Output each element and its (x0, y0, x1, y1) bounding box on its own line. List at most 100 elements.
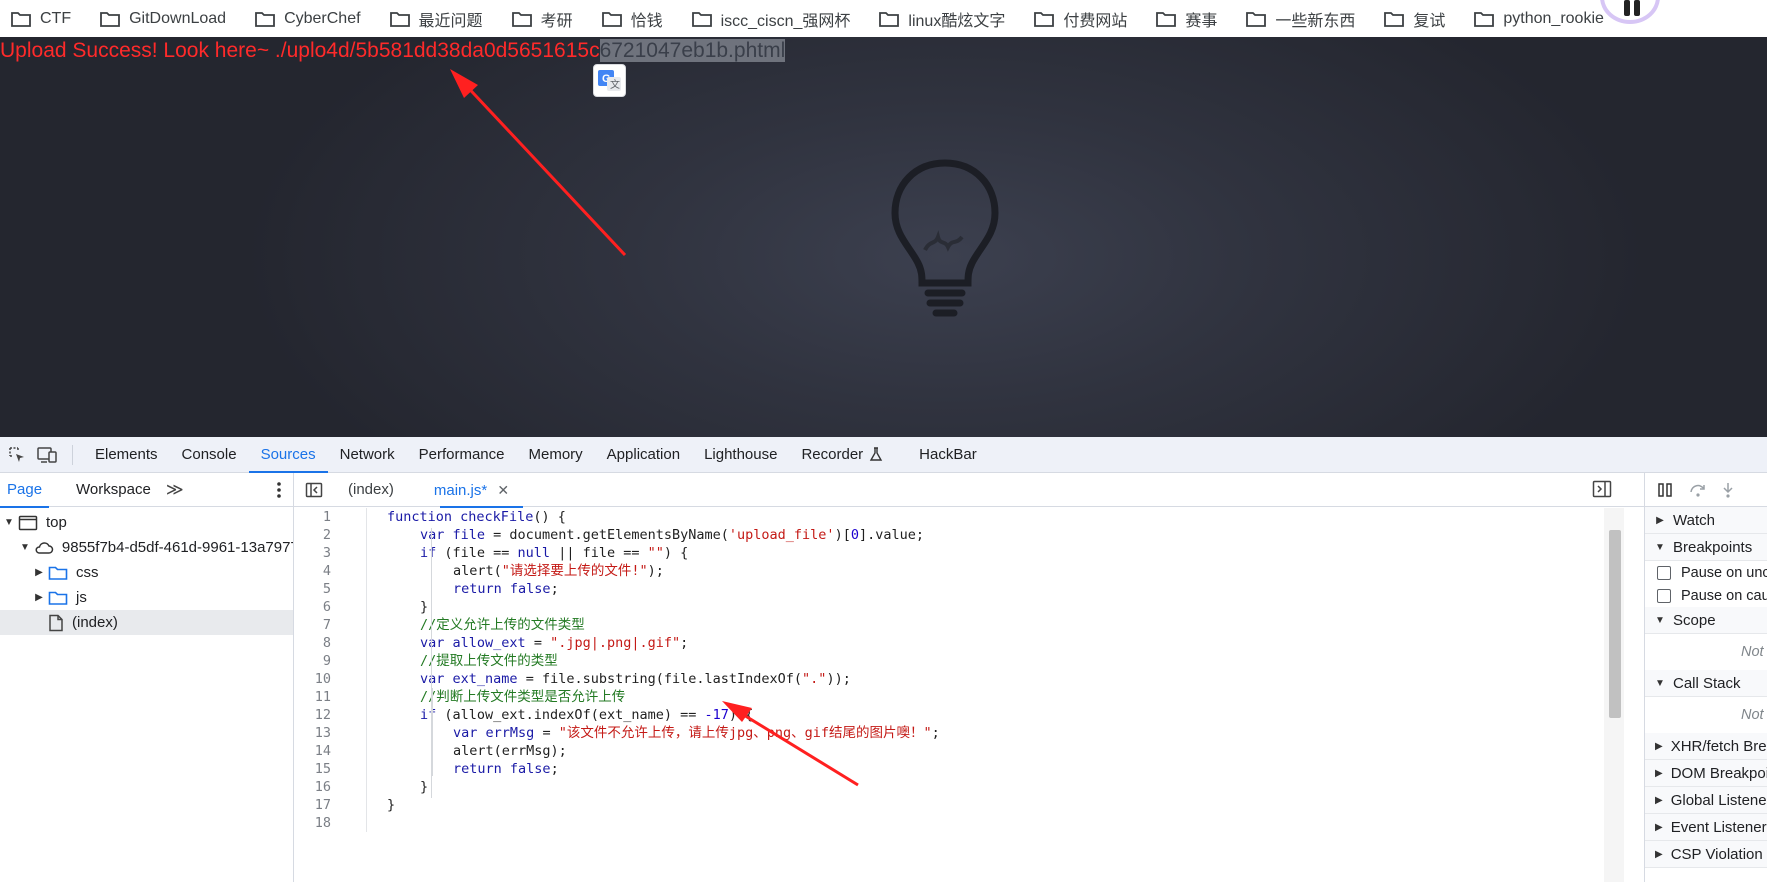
code-area[interactable]: 1 function checkFile() { 2 var file = docu… (294, 508, 1624, 882)
close-icon[interactable]: ✕ (497, 482, 509, 498)
bookmark-folder[interactable]: 赛事 (1155, 7, 1217, 31)
bookmark-folder[interactable]: 恰钱 (601, 7, 663, 31)
tab-performance[interactable]: Performance (407, 437, 517, 473)
code-line: 14 alert(errMsg); (294, 742, 1624, 760)
tree-label: (index) (72, 614, 118, 631)
pane-xhr-breakpoints[interactable]: ▶ XHR/fetch Breakpoints (1645, 733, 1767, 760)
bookmark-folder[interactable]: CyberChef (254, 10, 361, 28)
bookmark-folder[interactable]: 付费网站 (1033, 7, 1127, 31)
comment: //判断上传文件类型是否允许上传 (420, 689, 626, 705)
step-over-icon[interactable] (1689, 482, 1707, 498)
collapsed-caret-icon: ▶ (1655, 821, 1663, 833)
line-number: 8 (322, 635, 331, 651)
keyword: return (453, 581, 502, 597)
line-content: return false; (341, 580, 559, 598)
keyword: var (453, 725, 478, 741)
tab-recorder[interactable]: Recorder (789, 437, 895, 473)
keyword: return (453, 761, 502, 777)
string-literal: "" (647, 545, 664, 561)
scrollbar-thumb[interactable] (1609, 530, 1621, 718)
tab-hackbar[interactable]: HackBar (907, 437, 989, 473)
tab-sources[interactable]: Sources (248, 437, 328, 473)
bookmark-folder[interactable]: 一些新东西 (1245, 7, 1355, 31)
code-line: 13 var errMsg = "该文件不允许上传，请上传jpg、png、gif结… (294, 724, 1624, 742)
gutter-divider (366, 508, 367, 832)
profile-avatar[interactable] (1600, 0, 1660, 24)
tab-label: Network (339, 445, 395, 463)
pane-call-stack[interactable]: ▼ Call Stack (1645, 670, 1767, 697)
pane-csp-violation-breakpoints[interactable]: ▶ CSP Violation Breakpoints (1645, 841, 1767, 868)
bookmark-folder[interactable]: python_rookie (1473, 10, 1604, 28)
code-text: )[ (834, 527, 851, 543)
editor-tab-main-js[interactable]: main.js* ✕ (408, 473, 524, 508)
pane-watch[interactable]: ▶ Watch (1645, 507, 1767, 534)
tree-item-top[interactable]: ▼ top (0, 510, 293, 535)
flask-icon (869, 447, 883, 461)
tab-application[interactable]: Application (595, 437, 692, 473)
bookmark-folder[interactable]: linux酷炫文字 (878, 7, 1005, 31)
more-tabs-button[interactable]: ≫ (166, 480, 184, 500)
tree-item-css[interactable]: ▶ css (0, 560, 293, 585)
inspect-element-icon[interactable] (4, 444, 30, 466)
line-content: var file = document.getElementsByName('u… (341, 526, 924, 544)
tab-memory[interactable]: Memory (517, 437, 595, 473)
toggle-navigator-icon[interactable] (294, 473, 334, 507)
tab-lighthouse[interactable]: Lighthouse (692, 437, 789, 473)
bookmark-folder[interactable]: 最近问题 (389, 7, 483, 31)
code-line: 3 if (file == null || file == "") { (294, 544, 1624, 562)
tree-item-js[interactable]: ▶ js (0, 585, 293, 610)
scope-empty: Not paused (1645, 634, 1767, 670)
editor-scrollbar[interactable] (1604, 508, 1624, 882)
tab-label: Recorder (801, 445, 864, 463)
code-line: 10 var ext_name = file.substring(file.las… (294, 670, 1624, 688)
code-text: (allow_ext.indexOf(ext_name) == (436, 707, 705, 723)
bookmark-folder[interactable]: GitDownLoad (99, 10, 226, 28)
keyword: function (387, 509, 453, 525)
checkbox[interactable] (1657, 588, 1671, 603)
line-number: 3 (322, 545, 331, 561)
bookmark-label: python_rookie (1503, 9, 1604, 27)
pane-dom-breakpoints[interactable]: ▶ DOM Breakpoints (1645, 760, 1767, 787)
pane-scope[interactable]: ▼ Scope (1645, 607, 1767, 634)
pane-title: CSP Violation Breakpoints (1670, 845, 1767, 863)
tree-label: 9855f7b4-d5df-461d-9961-13a7977 (61, 539, 293, 556)
pause-uncaught-checkbox[interactable]: Pause on uncaught exceptions (1645, 561, 1767, 584)
line-number: 2 (322, 527, 331, 543)
bookmark-folder[interactable]: 考研 (511, 7, 573, 31)
tab-console[interactable]: Console (170, 437, 249, 473)
comment: //提取上传文件的类型 (420, 653, 558, 669)
bookmark-folder[interactable]: CTF (10, 10, 71, 28)
pause-caught-checkbox[interactable]: Pause on caught exceptions (1645, 584, 1767, 607)
tab-page[interactable]: Page (0, 473, 50, 508)
bookmark-label: CTF (40, 9, 72, 27)
toolbar-divider (72, 444, 73, 465)
folder-icon (511, 11, 532, 27)
tab-network[interactable]: Network (328, 437, 407, 473)
folder-icon (1474, 11, 1495, 27)
code-text: alert( (453, 563, 502, 579)
pane-breakpoints[interactable]: ▼ Breakpoints (1645, 534, 1767, 561)
code-line: 2 var file = document.getElementsByName('… (294, 526, 1624, 544)
pane-event-listener-breakpoints[interactable]: ▶ Event Listener Breakpoints (1645, 814, 1767, 841)
more-options-icon[interactable] (277, 481, 281, 499)
step-into-icon[interactable] (1721, 482, 1735, 498)
bookmark-folder[interactable]: 复试 (1383, 7, 1445, 31)
tab-elements[interactable]: Elements (83, 437, 170, 473)
tree-item-origin[interactable]: ▼ 9855f7b4-d5df-461d-9961-13a7977 (0, 535, 293, 560)
device-toolbar-icon[interactable] (34, 444, 60, 466)
editor-tab-label: (index) (348, 480, 394, 498)
tab-workspace[interactable]: Workspace (69, 473, 158, 507)
translate-icon[interactable]: G 文 (593, 64, 626, 97)
tree-item-index[interactable]: (index) (0, 610, 293, 635)
string-literal: ".jpg|.png|.gif" (550, 635, 681, 651)
tab-label: Elements (95, 445, 158, 463)
toggle-debugger-icon[interactable] (1592, 480, 1612, 498)
pane-title: Call Stack (1673, 674, 1741, 692)
pane-global-listeners[interactable]: ▶ Global Listeners (1645, 787, 1767, 814)
checkbox[interactable] (1657, 565, 1671, 580)
bookmark-folder[interactable]: iscc_ciscn_强网杯 (691, 7, 850, 31)
pause-icon[interactable] (1657, 482, 1675, 498)
bookmark-label: 考研 (540, 12, 573, 30)
folder-icon (691, 11, 712, 27)
editor-tab-index[interactable]: (index) (334, 473, 408, 507)
